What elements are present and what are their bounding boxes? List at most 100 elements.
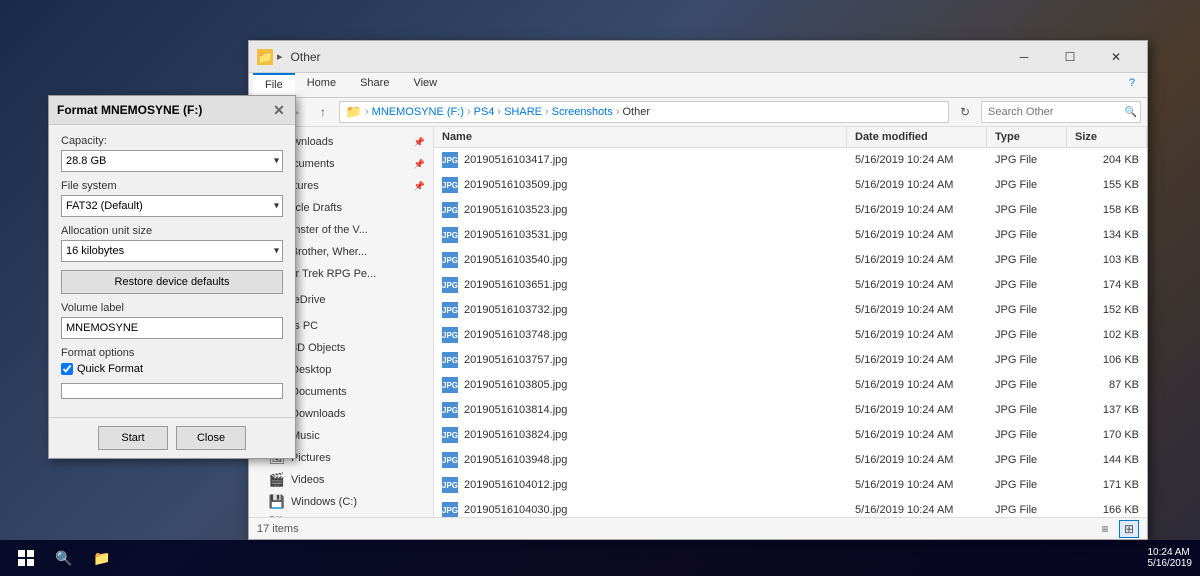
- filesystem-group: File system FAT32 (Default): [61, 180, 283, 217]
- table-row[interactable]: JPG 20190516103531.jpg 5/16/2019 10:24 A…: [434, 223, 1147, 248]
- search-wrapper: [981, 101, 1141, 123]
- file-modified: 5/16/2019 10:24 AM: [847, 377, 987, 393]
- allocation-group: Allocation unit size 16 kilobytes: [61, 225, 283, 262]
- taskbar-search[interactable]: 🔍: [46, 540, 82, 576]
- col-header-modified[interactable]: Date modified: [847, 127, 987, 147]
- file-type: JPG File: [987, 277, 1067, 293]
- breadcrumb-screenshots[interactable]: Screenshots: [552, 106, 613, 118]
- tab-share[interactable]: Share: [348, 73, 401, 97]
- sidebar-item-windows-c[interactable]: 💾 Windows (C:): [249, 491, 433, 513]
- table-row[interactable]: JPG 20190516103814.jpg 5/16/2019 10:24 A…: [434, 398, 1147, 423]
- file-modified: 5/16/2019 10:24 AM: [847, 227, 987, 243]
- folder-icon: 📁: [257, 49, 273, 65]
- jpg-file-icon: JPG: [442, 477, 458, 493]
- col-header-name[interactable]: Name: [434, 127, 847, 147]
- taskbar: 🔍 📁 10:24 AM5/16/2019: [0, 540, 1200, 576]
- table-row[interactable]: JPG 20190516104030.jpg 5/16/2019 10:24 A…: [434, 498, 1147, 517]
- details-view-button[interactable]: ≡: [1095, 520, 1115, 538]
- file-modified: 5/16/2019 10:24 AM: [847, 502, 987, 517]
- table-row[interactable]: JPG 20190516103540.jpg 5/16/2019 10:24 A…: [434, 248, 1147, 273]
- format-dialog-body: Capacity: 28.8 GB File system FAT32 (Def…: [49, 125, 295, 417]
- col-header-size[interactable]: Size: [1067, 127, 1147, 147]
- start-button[interactable]: [8, 540, 44, 576]
- file-modified: 5/16/2019 10:24 AM: [847, 302, 987, 318]
- file-name: 20190516103748.jpg: [464, 329, 567, 341]
- file-type: JPG File: [987, 402, 1067, 418]
- up-button[interactable]: ↑: [311, 101, 335, 123]
- restore-defaults-button[interactable]: Restore device defaults: [61, 270, 283, 294]
- file-name: 20190516104030.jpg: [464, 504, 567, 516]
- breadcrumb-bar[interactable]: 📁 › MNEMOSYNE (F:) › PS4 › SHARE › Scree…: [339, 101, 949, 123]
- file-name: 20190516103509.jpg: [464, 179, 567, 191]
- format-title-bar: Format MNEMOSYNE (F:) ✕: [49, 96, 295, 125]
- file-list[interactable]: Name Date modified Type Size JPG 2019051…: [434, 127, 1147, 517]
- file-type: JPG File: [987, 352, 1067, 368]
- search-input[interactable]: [981, 101, 1141, 123]
- large-icons-view-button[interactable]: ⊞: [1119, 520, 1139, 538]
- table-row[interactable]: JPG 20190516103748.jpg 5/16/2019 10:24 A…: [434, 323, 1147, 348]
- file-name: 20190516103732.jpg: [464, 304, 567, 316]
- breadcrumb-ps4[interactable]: PS4: [474, 106, 495, 118]
- format-dialog: Format MNEMOSYNE (F:) ✕ Capacity: 28.8 G…: [48, 95, 296, 459]
- jpg-file-icon: JPG: [442, 252, 458, 268]
- taskbar-time: 10:24 AM5/16/2019: [1148, 547, 1193, 569]
- jpg-file-icon: JPG: [442, 277, 458, 293]
- volume-label-text: Volume label: [61, 302, 283, 314]
- title-bar-icons: 📁 ▸: [257, 49, 283, 65]
- volume-label-input[interactable]: [61, 317, 283, 339]
- table-row[interactable]: JPG 20190516103824.jpg 5/16/2019 10:24 A…: [434, 423, 1147, 448]
- explorer-title-bar: 📁 ▸ Other ─ ☐ ✕: [249, 41, 1147, 73]
- table-row[interactable]: JPG 20190516103757.jpg 5/16/2019 10:24 A…: [434, 348, 1147, 373]
- drive-icon: 💾: [269, 494, 285, 510]
- file-modified: 5/16/2019 10:24 AM: [847, 427, 987, 443]
- sidebar-label: Videos: [291, 474, 324, 486]
- jpg-file-icon: JPG: [442, 202, 458, 218]
- table-row[interactable]: JPG 20190516103417.jpg 5/16/2019 10:24 A…: [434, 148, 1147, 173]
- table-row[interactable]: JPG 20190516103651.jpg 5/16/2019 10:24 A…: [434, 273, 1147, 298]
- minimize-button[interactable]: ─: [1001, 41, 1047, 73]
- file-list-header: Name Date modified Type Size: [434, 127, 1147, 148]
- file-type: JPG File: [987, 477, 1067, 493]
- file-type: JPG File: [987, 227, 1067, 243]
- file-size: 102 KB: [1067, 327, 1147, 343]
- filesystem-select[interactable]: FAT32 (Default): [61, 195, 283, 217]
- quick-access-icon: ▸: [277, 50, 283, 63]
- allocation-select[interactable]: 16 kilobytes: [61, 240, 283, 262]
- sidebar-item-videos[interactable]: 🎬 Videos: [249, 469, 433, 491]
- breadcrumb-share[interactable]: SHARE: [504, 106, 542, 118]
- format-close-button[interactable]: Close: [176, 426, 246, 450]
- volume-label-group: Volume label: [61, 302, 283, 347]
- table-row[interactable]: JPG 20190516103948.jpg 5/16/2019 10:24 A…: [434, 448, 1147, 473]
- tab-home[interactable]: Home: [295, 73, 348, 97]
- refresh-button[interactable]: ↻: [953, 101, 977, 123]
- filesystem-select-wrapper: FAT32 (Default): [61, 195, 283, 217]
- quick-format-checkbox[interactable]: [61, 363, 73, 375]
- col-header-type[interactable]: Type: [987, 127, 1067, 147]
- table-row[interactable]: JPG 20190516104012.jpg 5/16/2019 10:24 A…: [434, 473, 1147, 498]
- capacity-select[interactable]: 28.8 GB: [61, 150, 283, 172]
- sidebar-label: 3D Objects: [291, 342, 345, 354]
- tab-file[interactable]: File: [253, 73, 295, 97]
- table-row[interactable]: JPG 20190516103523.jpg 5/16/2019 10:24 A…: [434, 198, 1147, 223]
- explorer-window: 📁 ▸ Other ─ ☐ ✕ File Home Share View ? ◀…: [248, 40, 1148, 540]
- sidebar-label: Windows (C:): [291, 496, 357, 508]
- maximize-button[interactable]: ☐: [1047, 41, 1093, 73]
- help-button[interactable]: ?: [1121, 73, 1143, 97]
- table-row[interactable]: JPG 20190516103509.jpg 5/16/2019 10:24 A…: [434, 173, 1147, 198]
- tab-view[interactable]: View: [401, 73, 449, 97]
- breadcrumb-mnemosyne[interactable]: MNEMOSYNE (F:): [372, 106, 464, 118]
- file-type: JPG File: [987, 177, 1067, 193]
- table-row[interactable]: JPG 20190516103732.jpg 5/16/2019 10:24 A…: [434, 298, 1147, 323]
- file-modified: 5/16/2019 10:24 AM: [847, 252, 987, 268]
- allocation-label: Allocation unit size: [61, 225, 283, 237]
- breadcrumb-other: Other: [623, 106, 651, 118]
- table-row[interactable]: JPG 20190516103805.jpg 5/16/2019 10:24 A…: [434, 373, 1147, 398]
- jpg-file-icon: JPG: [442, 302, 458, 318]
- file-size: 174 KB: [1067, 277, 1147, 293]
- close-window-button[interactable]: ✕: [1093, 41, 1139, 73]
- ribbon-tabs: File Home Share View ?: [249, 73, 1147, 98]
- format-start-button[interactable]: Start: [98, 426, 168, 450]
- taskbar-explorer[interactable]: 📁: [84, 540, 120, 576]
- jpg-file-icon: JPG: [442, 227, 458, 243]
- format-dialog-close-button[interactable]: ✕: [271, 102, 287, 118]
